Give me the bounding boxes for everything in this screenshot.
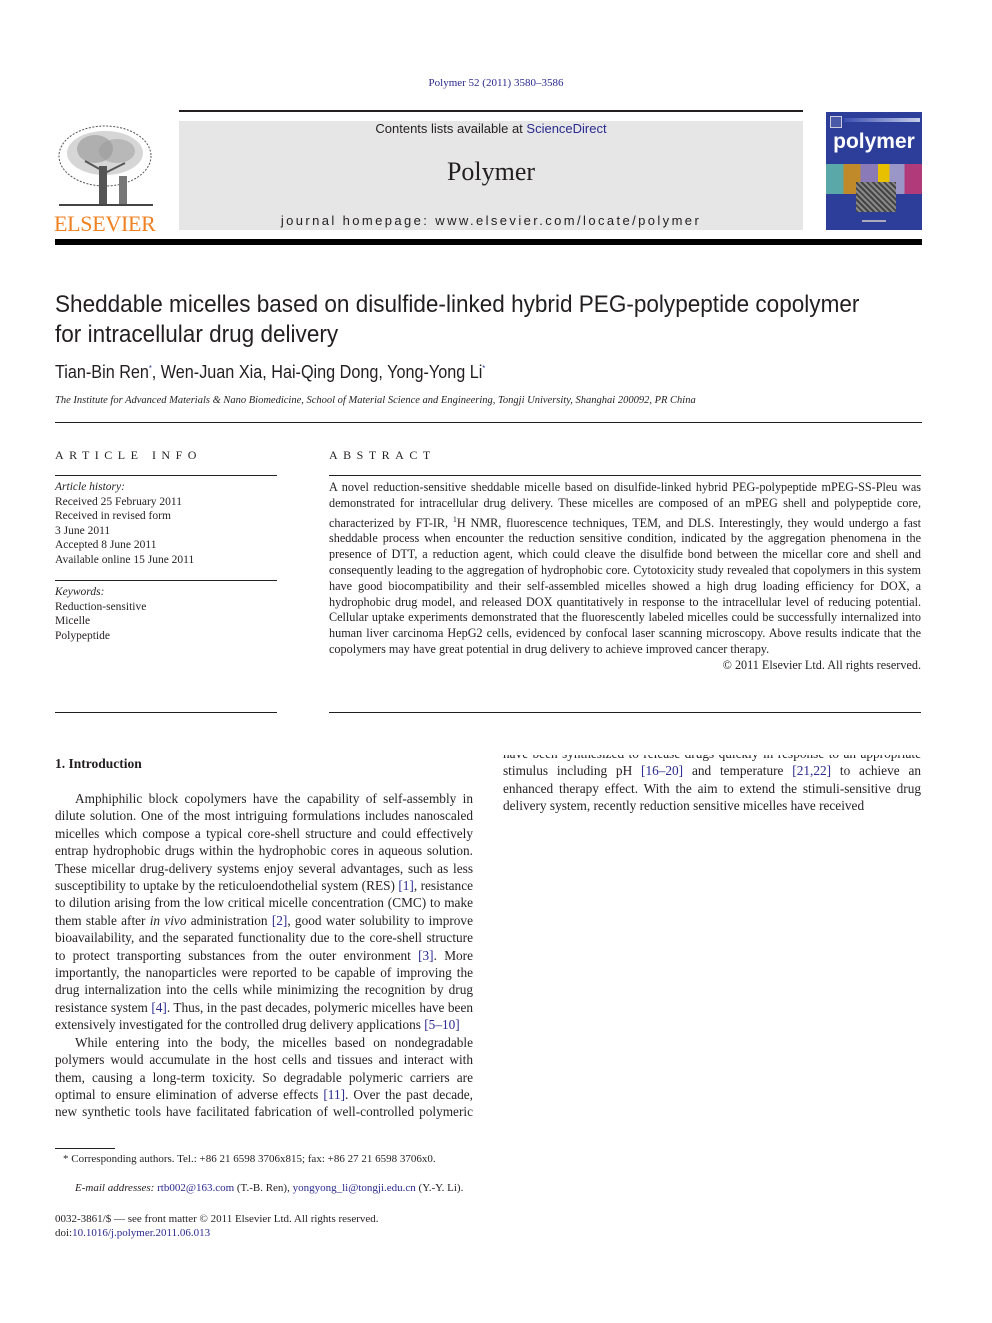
intro-paragraph-3: There are some reports about the works o… <box>503 755 921 814</box>
keyword: Micelle <box>55 615 91 627</box>
author-name[interactable]: Wen-Juan Xia <box>161 362 262 382</box>
affiliation-rule <box>55 422 922 423</box>
italic-text: in vivo <box>149 912 187 928</box>
abstract-body: A novel reduction-sensitive sheddable mi… <box>329 480 921 674</box>
cover-micrograph <box>856 182 896 212</box>
journal-cover-image: polymer <box>826 112 922 230</box>
article-info-rule <box>55 475 277 476</box>
doi-label: doi: <box>55 1227 73 1239</box>
cover-title: polymer <box>833 130 915 153</box>
corresponding-mark[interactable]: * <box>149 364 152 373</box>
sciencedirect-link[interactable]: ScienceDirect <box>526 121 606 136</box>
email-owner: (T.-B. Ren), <box>234 1182 293 1194</box>
cover-elsevier-mark <box>830 116 842 128</box>
footnote-rule <box>55 1148 115 1149</box>
article-title: Sheddable micelles based on disulfide-li… <box>55 290 865 350</box>
history-item: Accepted 8 June 2011 <box>55 539 157 551</box>
corresponding-footnote: * Corresponding authors. Tel.: +86 21 65… <box>63 1153 436 1165</box>
history-label: Article history: <box>55 481 125 493</box>
article-info-bottom-rule <box>55 712 277 713</box>
cover-footer-mark <box>862 220 886 222</box>
author-name[interactable]: Tian-Bin Ren <box>55 362 149 382</box>
intro-paragraph-1: Amphiphilic block copolymers have the ca… <box>55 790 473 1034</box>
elsevier-wordmark: ELSEVIER <box>54 211 156 236</box>
history-item: Available online 15 June 2011 <box>55 553 195 566</box>
journal-homepage[interactable]: journal homepage: www.elsevier.com/locat… <box>179 213 803 228</box>
reference-link[interactable]: [16–20] <box>641 763 683 778</box>
article-info-heading: ARTICLE INFO <box>55 448 202 462</box>
reference-link[interactable]: [1] <box>398 878 414 893</box>
reference-link[interactable]: [3] <box>418 948 434 963</box>
email-label: E-mail addresses: <box>75 1182 158 1194</box>
reference-link[interactable]: [21,22] <box>792 763 831 778</box>
cover-top-stripe <box>844 118 920 122</box>
author-name[interactable]: Yong-Yong Li <box>387 362 482 382</box>
title-line-1: Sheddable micelles based on disulfide-li… <box>55 291 860 318</box>
reference-link[interactable]: [4] <box>151 1000 167 1015</box>
reference-link[interactable]: [11] <box>323 1087 345 1102</box>
email-footnote: E-mail addresses: rtb002@163.com (T.-B. … <box>75 1181 475 1195</box>
abstract-text-b: H NMR, fluorescence techniques, TEM, and… <box>329 515 921 657</box>
right-column: While entering into the body, the micell… <box>503 755 921 1191</box>
history-item: Received 25 February 2011 <box>55 495 182 508</box>
abstract-bottom-rule <box>329 712 921 713</box>
doi-line: doi:10.1016/j.polymer.2011.06.013 <box>55 1226 210 1240</box>
paragraph-text: and temperature <box>683 763 793 779</box>
keywords: Keywords: Reduction-sensitive Micelle Po… <box>55 585 277 643</box>
header-top-rule <box>179 110 803 112</box>
keywords-label: Keywords: <box>55 586 105 598</box>
reference-link[interactable]: [5–10] <box>424 1017 459 1032</box>
affiliation: The Institute for Advanced Materials & N… <box>55 395 696 406</box>
journal-name: Polymer <box>446 157 536 186</box>
abstract-heading: ABSTRACT <box>329 448 436 462</box>
author-list: Tian-Bin Ren*, Wen-Juan Xia, Hai-Qing Do… <box>55 362 486 382</box>
keyword: Reduction-sensitive <box>55 600 147 613</box>
contents-line: Contents lists available at ScienceDirec… <box>179 121 803 136</box>
header-bottom-rule <box>55 239 922 245</box>
history-item: Received in revised form <box>55 510 171 522</box>
contents-prefix: Contents lists available at <box>375 121 527 136</box>
journal-header-box: Contents lists available at ScienceDirec… <box>179 121 803 230</box>
introduction-heading: 1. Introduction <box>55 756 142 771</box>
issn-line: 0032-3861/$ — see front matter © 2011 El… <box>55 1213 379 1225</box>
abstract-rule <box>329 475 921 476</box>
title-line-2: for intracellular drug delivery <box>55 321 339 348</box>
intro-paragraph-2: While entering into the body, the micell… <box>55 1034 473 1122</box>
article-history: Article history: Received 25 February 20… <box>55 480 277 567</box>
email-owner: (Y.-Y. Li). <box>415 1182 464 1194</box>
tree-icon <box>58 125 153 206</box>
keyword: Polypeptide <box>55 629 110 642</box>
doi-link[interactable]: 10.1016/j.polymer.2011.06.013 <box>72 1227 210 1239</box>
email-link[interactable]: rtb002@163.com <box>157 1182 234 1194</box>
corresponding-mark[interactable]: * <box>482 364 485 373</box>
left-column: Amphiphilic block copolymers have the ca… <box>55 790 473 1122</box>
email-link[interactable]: yongyong_li@tongji.edu.cn <box>293 1182 416 1194</box>
reference-link[interactable]: [2] <box>272 913 288 928</box>
author-name[interactable]: Hai-Qing Dong <box>271 362 378 382</box>
paragraph-text: administration <box>186 912 272 928</box>
abstract-copyright: © 2011 Elsevier Ltd. All rights reserved… <box>722 657 921 672</box>
history-item: 3 June 2011 <box>55 524 111 537</box>
history-rule <box>55 580 277 581</box>
journal-citation[interactable]: Polymer 52 (2011) 3580–3586 <box>0 77 992 89</box>
